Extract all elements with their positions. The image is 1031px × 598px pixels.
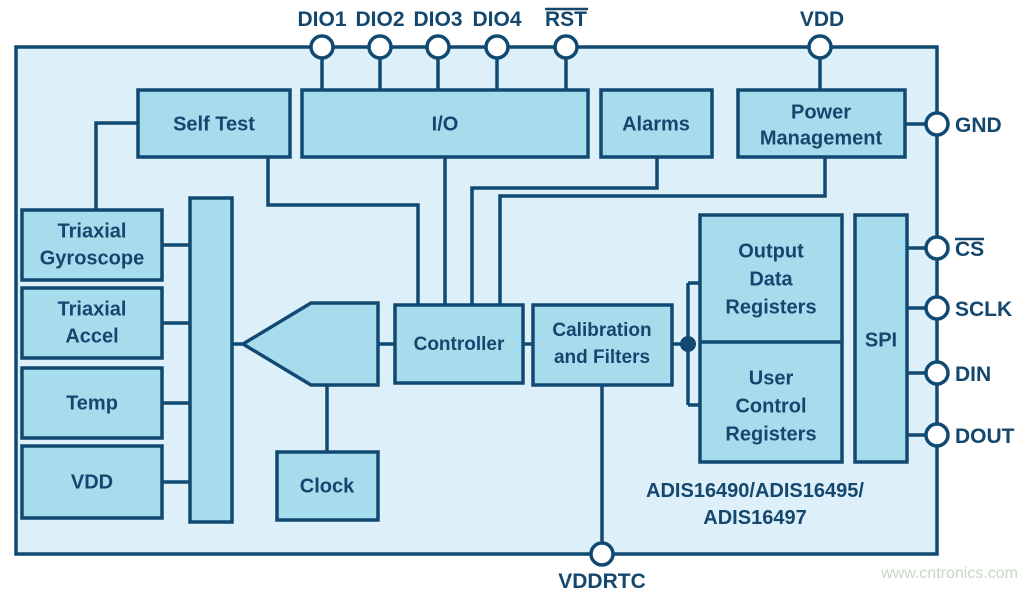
pin-label-sclk: SCLK — [955, 298, 1012, 321]
pin-dio2[interactable] — [367, 34, 393, 60]
pin-gnd[interactable] — [924, 111, 950, 137]
pin-dio4[interactable] — [484, 34, 510, 60]
pin-label-din: DIN — [955, 363, 991, 386]
pin-sclk[interactable] — [924, 295, 950, 321]
block-calibration-label-line1: Calibration — [552, 320, 651, 341]
pin-dout[interactable] — [924, 422, 950, 448]
block-user-control-registers-label-line2: Control — [735, 395, 806, 417]
right-pin-labels: GND CS SCLK DIN DOUT — [955, 114, 1015, 448]
pin-label-dio3: DIO3 — [413, 8, 462, 31]
pin-label-cs: CS — [955, 238, 984, 261]
pin-din[interactable] — [924, 360, 950, 386]
block-triaxial-gyroscope-label-line1: Triaxial — [58, 220, 127, 242]
block-triaxial-accel-label-line1: Triaxial — [58, 298, 127, 320]
pin-rst[interactable] — [553, 34, 579, 60]
pin-dio3[interactable] — [425, 34, 451, 60]
pin-label-dout: DOUT — [955, 425, 1015, 448]
pin-vdd[interactable] — [807, 34, 833, 60]
block-spi-label: SPI — [865, 329, 897, 351]
block-output-data-registers-label-line1: Output — [738, 240, 804, 262]
block-clock-label: Clock — [300, 475, 355, 497]
block-vdd-sensor-label: VDD — [71, 471, 113, 493]
part-number-label-line1: ADIS16490/ADIS16495/ — [646, 480, 864, 502]
pin-label-gnd: GND — [955, 114, 1002, 137]
pin-dio1[interactable] — [309, 34, 335, 60]
pin-vddrtc[interactable] — [589, 541, 615, 567]
block-power-management-label-line2: Management — [760, 127, 883, 149]
junction-dot-calibration-bus — [680, 336, 696, 352]
block-triaxial-gyroscope-label-line2: Gyroscope — [40, 247, 144, 269]
block-io-label: I/O — [432, 113, 459, 135]
top-pin-labels: DIO1 DIO2 DIO3 DIO4 RST VDD — [297, 7, 844, 31]
block-mux-bar — [188, 196, 234, 524]
pin-label-dio2: DIO2 — [355, 8, 404, 31]
pin-label-dio4: DIO4 — [472, 8, 521, 31]
block-calibration-label-line2: and Filters — [554, 347, 650, 368]
pin-label-rst: RST — [545, 8, 587, 31]
watermark-text: www.cntronics.com — [880, 565, 1018, 582]
block-output-data-registers-label-line2: Data — [749, 268, 793, 290]
pin-label-dio1: DIO1 — [297, 8, 346, 31]
block-self-test-label: Self Test — [173, 113, 255, 135]
block-calibration-and-filters — [531, 303, 674, 387]
pin-cs[interactable] — [924, 235, 950, 261]
pin-label-vdd: VDD — [800, 8, 844, 31]
block-user-control-registers-label-line3: Registers — [725, 423, 816, 445]
diagram-canvas: Self Test I/O Alarms Power Management Tr… — [14, 7, 1018, 593]
block-temp-label: Temp — [66, 392, 118, 414]
part-number-label-line2: ADIS16497 — [703, 507, 806, 529]
block-output-data-registers-label-line3: Registers — [725, 296, 816, 318]
block-controller-label: Controller — [414, 334, 505, 355]
block-alarms-label: Alarms — [622, 113, 690, 135]
pin-label-vddrtc: VDDRTC — [558, 570, 646, 593]
block-user-control-registers-label-line1: User — [749, 367, 794, 389]
block-triaxial-accel-label-line2: Accel — [65, 325, 118, 347]
block-power-management-label-line1: Power — [791, 101, 851, 123]
block-diagram-figure: Self Test I/O Alarms Power Management Tr… — [0, 0, 1031, 598]
